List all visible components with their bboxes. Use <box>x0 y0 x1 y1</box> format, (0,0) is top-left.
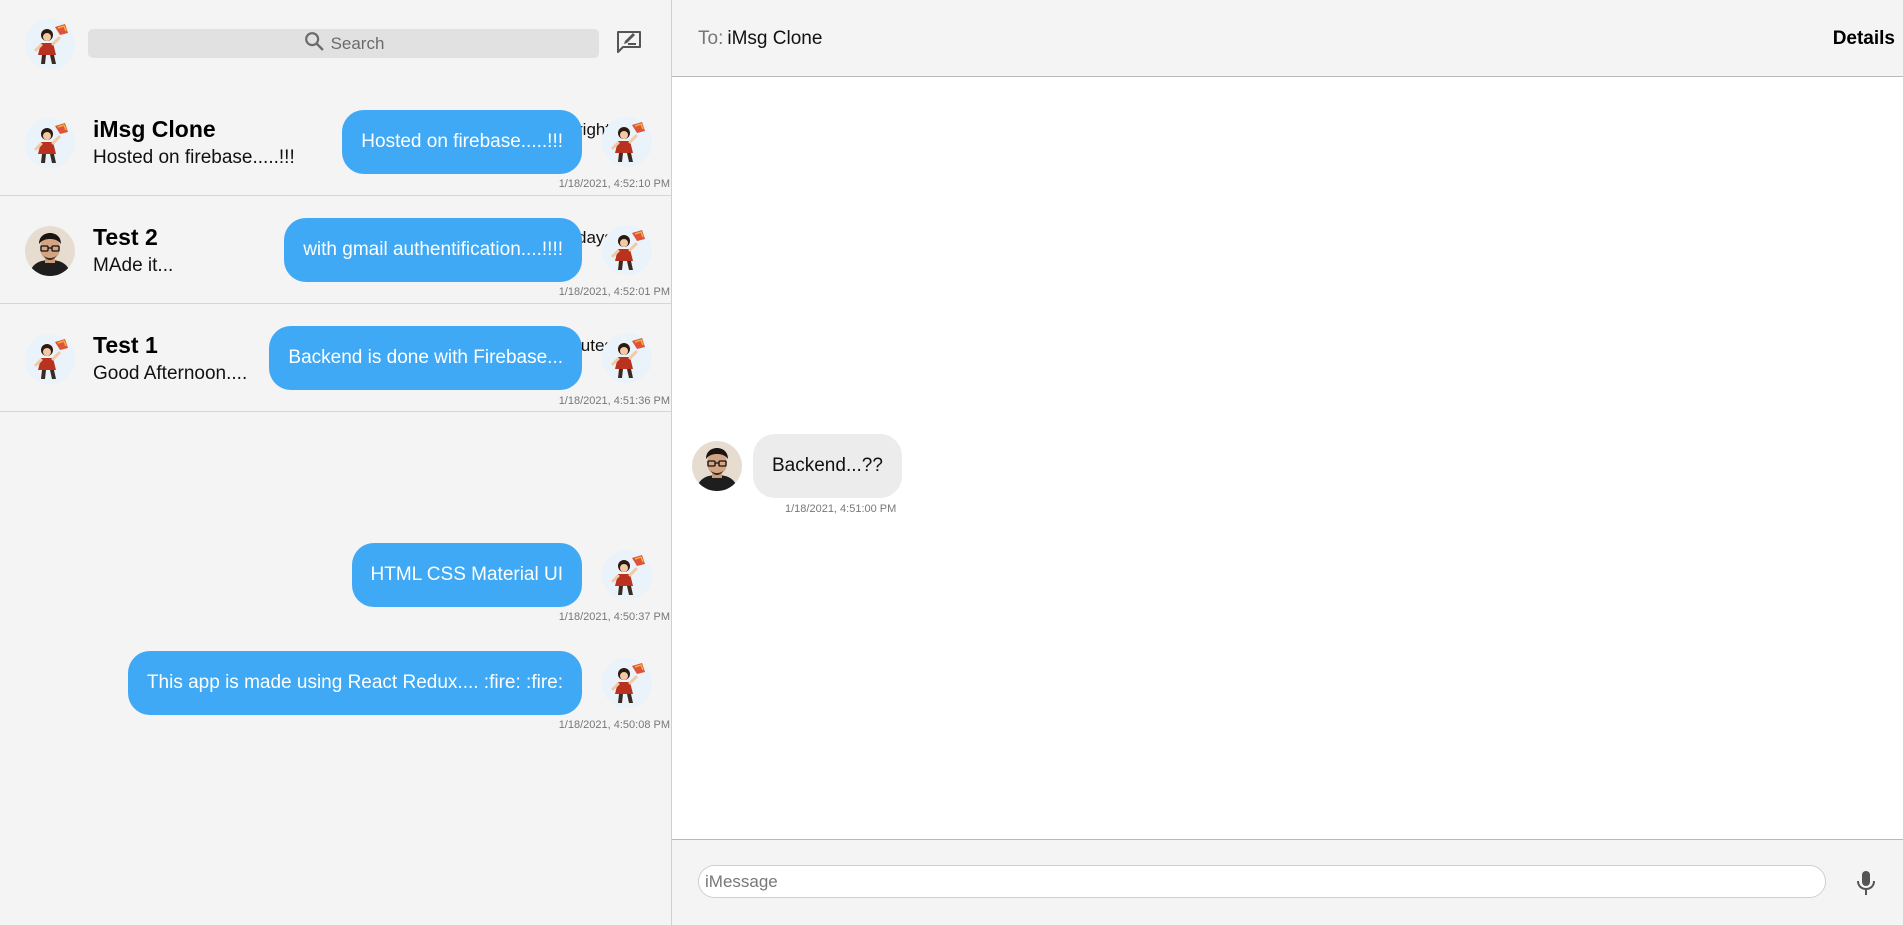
sender-avatar <box>692 441 742 491</box>
chat-preview: Good Afternoon.... <box>93 363 248 384</box>
sidebar-header: Search <box>0 0 671 88</box>
sender-avatar <box>602 333 652 383</box>
sender-avatar <box>602 658 652 708</box>
message-timestamp: 1/18/2021, 4:52:10 PM <box>558 178 670 190</box>
details-button[interactable]: Details <box>1833 28 1895 50</box>
chat-name: Test 1 <box>93 332 158 358</box>
user-avatar[interactable] <box>25 19 75 69</box>
message-input[interactable] <box>698 865 1826 898</box>
message-timestamp: 1/18/2021, 4:51:36 PM <box>558 395 670 407</box>
chat-header: To: iMsg Clone Details <box>672 0 1903 77</box>
chat-avatar <box>25 226 75 276</box>
chat-preview: MAde it... <box>93 255 174 276</box>
chat-avatar <box>25 334 75 384</box>
chat-avatar <box>25 118 75 168</box>
message-bubble: with gmail authentification....!!!! <box>284 218 582 282</box>
app: Search iMsg Clone right now Hosted on fi… <box>0 0 1903 925</box>
to-label: To: <box>698 28 724 49</box>
to-field: To: iMsg Clone <box>698 28 822 50</box>
chat-preview: Hosted on firebase.....!!! <box>93 147 295 168</box>
mic-icon[interactable] <box>1855 869 1877 897</box>
chat-name: Test 2 <box>93 224 158 250</box>
search-placeholder: Search <box>330 33 385 53</box>
message-timestamp: 1/18/2021, 4:50:08 PM <box>558 719 670 731</box>
message-timestamp: 1/18/2021, 4:50:37 PM <box>558 611 670 623</box>
compose-button[interactable] <box>614 29 644 59</box>
message-bubble: Backend is done with Firebase... <box>269 326 582 390</box>
message-bubble: HTML CSS Material UI <box>351 543 582 607</box>
chat-name: iMsg Clone <box>93 116 216 142</box>
sender-avatar <box>602 225 652 275</box>
message-list: Hosted on firebase.....!!! 1/18/2021, 4:… <box>127 77 1903 839</box>
search-icon <box>303 30 325 57</box>
message-timestamp: 1/18/2021, 4:52:01 PM <box>558 286 670 298</box>
message-bubble: Backend...?? <box>753 434 902 498</box>
message-bubble: Hosted on firebase.....!!! <box>342 110 582 174</box>
chat-panel: To: iMsg Clone Details Hosted on firebase… <box>127 0 1903 925</box>
compose-icon <box>615 29 643 60</box>
sender-avatar <box>602 117 652 167</box>
composer <box>672 839 1903 925</box>
recipient-name: iMsg Clone <box>727 28 823 49</box>
message-timestamp: 1/18/2021, 4:51:00 PM <box>785 503 897 515</box>
search-bar[interactable]: Search <box>88 29 599 58</box>
message-bubble: This app is made using React Redux.... :… <box>127 651 582 715</box>
sender-avatar <box>602 550 652 600</box>
